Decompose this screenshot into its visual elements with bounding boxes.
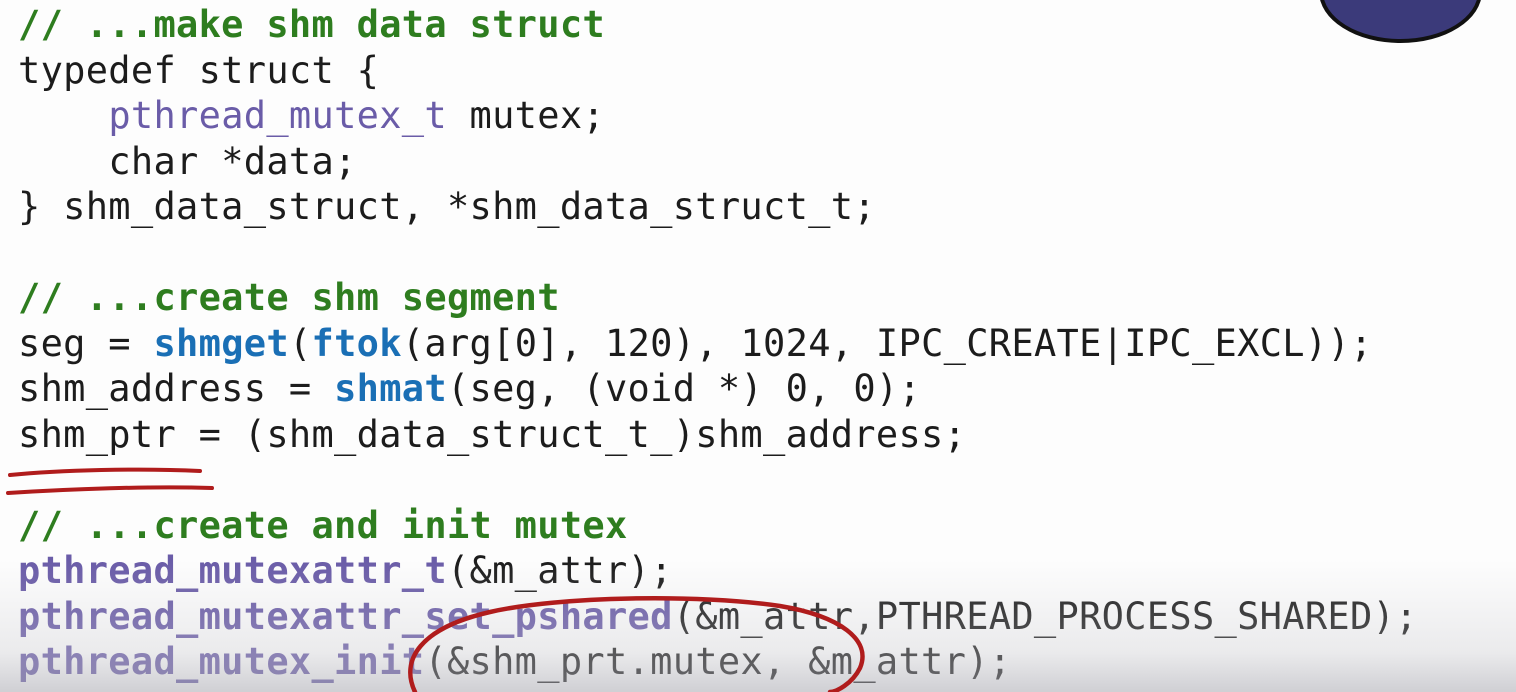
underline-annotation [8,467,202,477]
slide: // ...make shm data struct typedef struct… [0,0,1516,692]
underline-annotation [6,485,214,495]
pen-annotations [6,467,865,692]
circle-annotation [408,596,865,692]
